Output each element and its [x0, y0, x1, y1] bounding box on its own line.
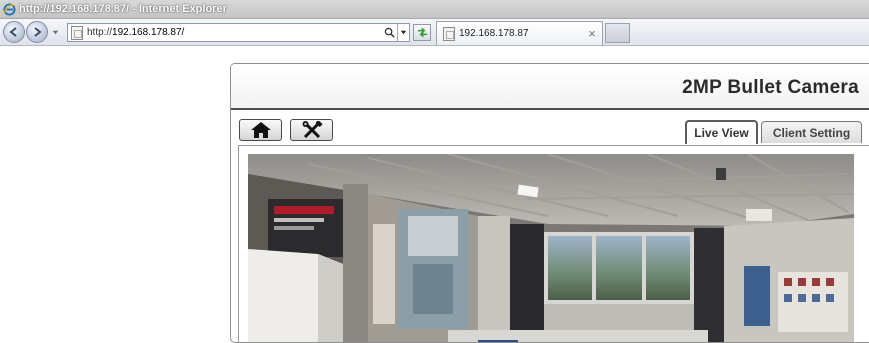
page-icon — [71, 25, 83, 40]
compatibility-refresh-button[interactable] — [413, 24, 431, 41]
back-arrow-icon — [9, 27, 17, 37]
window-titlebar: http://192.168.178.87/ - Internet Explor… — [0, 0, 869, 19]
home-icon — [250, 122, 271, 138]
live-video-stream[interactable] — [248, 154, 854, 342]
tools-icon — [302, 121, 323, 139]
camera-feed-image — [248, 154, 854, 342]
tab-page-icon — [443, 26, 455, 41]
forward-button[interactable] — [26, 21, 48, 43]
search-icon[interactable] — [381, 24, 397, 41]
forward-arrow-icon — [34, 27, 42, 37]
refresh-icon — [417, 27, 427, 38]
address-tools — [381, 24, 409, 41]
panel-header: 2MP Bullet Camera — [231, 64, 869, 110]
settings-tools-button[interactable] — [290, 119, 333, 141]
product-title: 2MP Bullet Camera — [682, 77, 859, 98]
history-dropdown-button[interactable] — [50, 27, 60, 37]
address-url[interactable]: http://192.168.178.87/ — [87, 27, 184, 38]
address-bar[interactable]: http://192.168.178.87/ — [67, 23, 410, 42]
browser-tab[interactable]: 192.168.178.87 × — [436, 21, 603, 45]
back-button[interactable] — [3, 21, 25, 43]
browser-tab-label: 192.168.178.87 — [459, 28, 529, 39]
internet-explorer-icon — [3, 2, 16, 16]
tab-client-setting[interactable]: Client Setting — [761, 121, 862, 143]
browser-navbar: http://192.168.178.87/ 192.168.178.87 × — [0, 19, 869, 46]
address-dropdown-icon[interactable] — [397, 24, 409, 41]
tab-live-view[interactable]: Live View — [685, 120, 758, 144]
panel-toolbar: Live View Client Setting — [231, 112, 869, 145]
new-tab-button[interactable] — [605, 23, 630, 43]
live-view-frame — [238, 145, 869, 342]
close-tab-icon[interactable]: × — [585, 26, 599, 41]
chevron-down-icon — [52, 30, 58, 34]
address-url-prefix: http:// — [87, 27, 113, 38]
camera-web-panel: 2MP Bullet Camera Live View Client Setti… — [230, 63, 869, 343]
home-button[interactable] — [239, 119, 282, 141]
window-title: http://192.168.178.87/ - Internet Explor… — [19, 3, 227, 15]
address-url-host: 192.168.178.87/ — [112, 27, 185, 38]
